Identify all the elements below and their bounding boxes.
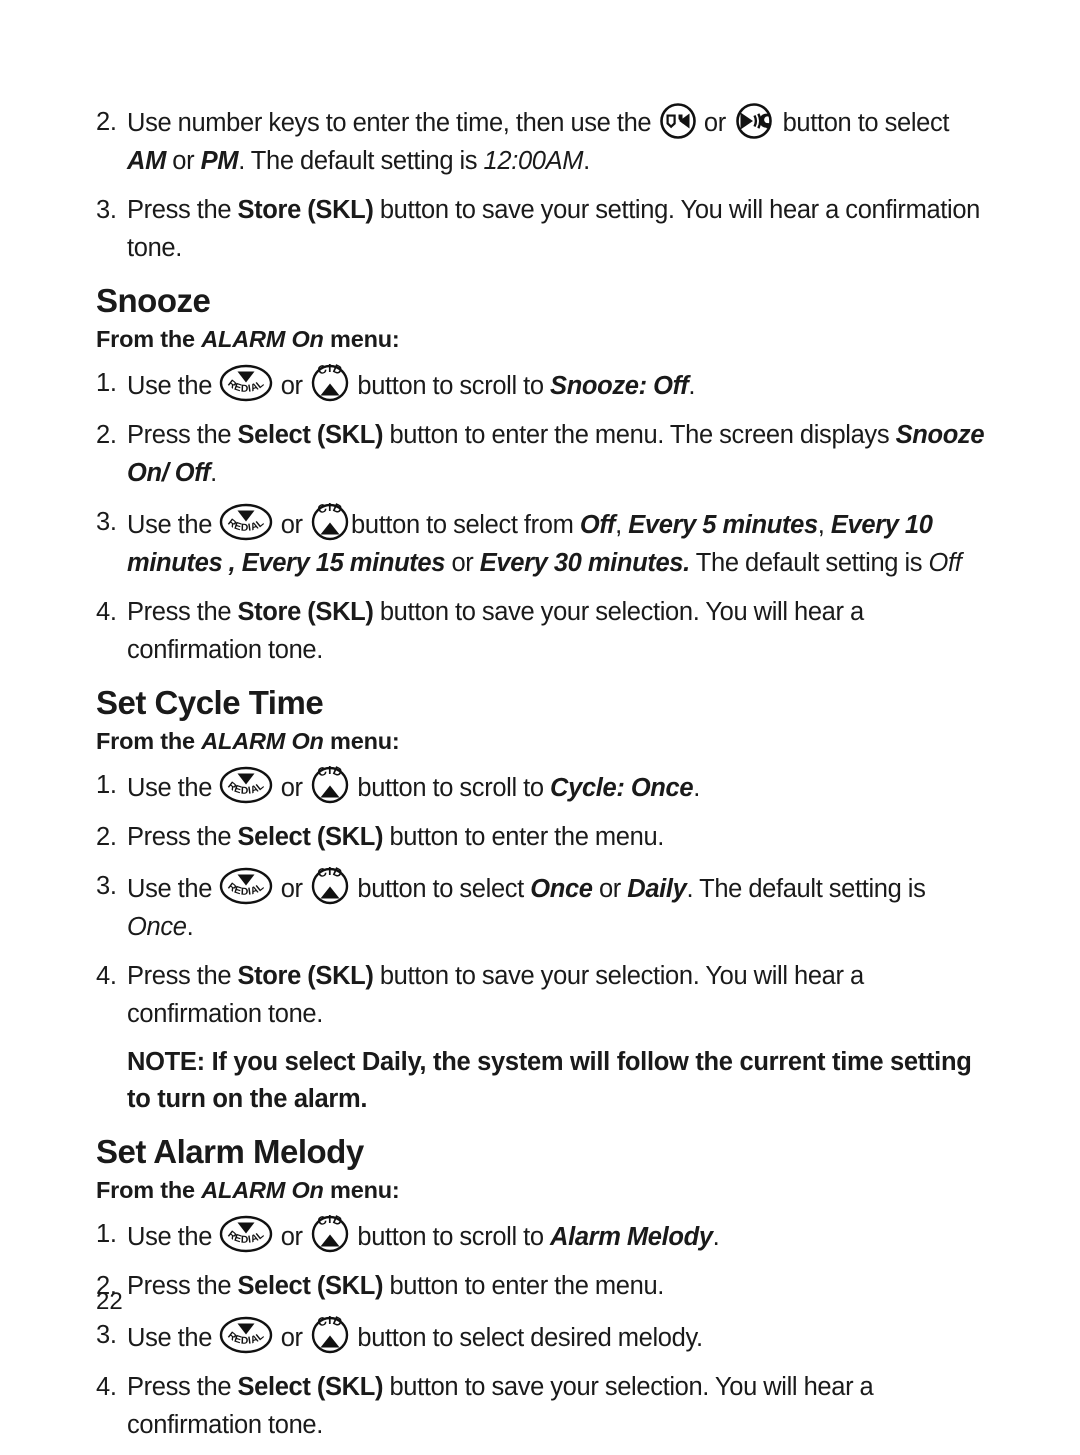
- step-text: Use the REDIAL or CID button to select d…: [127, 1316, 988, 1357]
- step-text: Press the Store (SKL) button to save you…: [127, 598, 864, 664]
- step-text: Use the REDIAL or CID button to scroll t…: [127, 364, 988, 405]
- section-heading: Set Cycle Time: [96, 684, 324, 721]
- sections-container: Snooze From the ALARM On menu: 1. Use the R…: [96, 281, 988, 1444]
- numbered-step: 3. Use the REDIAL or CID button to select…: [96, 1316, 988, 1357]
- emphasis-bold-italic: Alarm Melody: [550, 1223, 713, 1251]
- emphasis-italic: Off: [928, 549, 962, 577]
- emphasis-bold-italic: Every 5 minutes: [628, 511, 818, 539]
- redial-button-icon[interactable]: REDIAL: [219, 364, 273, 402]
- redial-button-icon[interactable]: REDIAL: [219, 766, 273, 804]
- menu-name: ALARM On: [201, 1177, 324, 1203]
- cid-button-icon[interactable]: CID: [310, 503, 350, 541]
- voicemail-left-button-icon[interactable]: [659, 103, 697, 139]
- redial-button-icon[interactable]: REDIAL: [219, 1215, 273, 1253]
- redial-button-icon[interactable]: REDIAL: [219, 867, 273, 905]
- numbered-step: 2. Press the Select (SKL) button to enter…: [96, 818, 988, 856]
- emphasis-italic: 12:00AM: [483, 147, 584, 175]
- emphasis-italic: Once: [127, 913, 187, 941]
- numbered-step: 2. Press the Select (SKL) button to enter…: [96, 1267, 988, 1305]
- speaker-right-button-icon[interactable]: [733, 103, 775, 139]
- emphasis-bold-italic: Off: [579, 511, 616, 539]
- step-text: Press the Store (SKL) button to save you…: [127, 196, 981, 262]
- step-number: 4.: [96, 598, 117, 626]
- cid-button-icon[interactable]: CID: [310, 766, 350, 804]
- emphasis-bold-italic: Daily: [627, 875, 687, 903]
- page-content: 2. Use number keys to enter the time, the…: [96, 103, 988, 1455]
- numbered-step: 3. Use the REDIAL or CID button to select …: [96, 503, 988, 582]
- step-number: 2.: [96, 108, 117, 136]
- from-menu-label: From the ALARM On menu:: [96, 326, 400, 352]
- step-text: Press the Select (SKL) button to enter t…: [127, 823, 665, 851]
- step-number: 3.: [96, 872, 117, 900]
- step-text: Use the REDIAL or CID button to scroll t…: [127, 766, 988, 807]
- step-text: Press the Select (SKL) button to enter t…: [127, 421, 985, 487]
- step-text: Press the Store (SKL) button to save you…: [127, 962, 864, 1028]
- step-text: Use the REDIAL or CID button to select O…: [127, 867, 988, 946]
- note-block: NOTE: If you select Daily, the system wi…: [127, 1048, 972, 1113]
- step-text: Press the Select (SKL) button to save yo…: [127, 1373, 874, 1439]
- emphasis-bold-italic: PM: [200, 147, 239, 175]
- step-number: 3.: [96, 508, 117, 536]
- cid-button-icon[interactable]: CID: [310, 364, 350, 402]
- numbered-step: 2. Press the Select (SKL) button to enter…: [96, 416, 988, 492]
- emphasis-bold-italic: Snooze: Off: [550, 372, 689, 400]
- emphasis-bold: Store (SKL): [237, 598, 374, 626]
- numbered-step: 3. Press the Store (SKL) button to save y…: [96, 191, 988, 267]
- numbered-step: 1. Use the REDIAL or CID button to scroll…: [96, 766, 988, 807]
- emphasis-bold: Select (SKL): [237, 1272, 384, 1300]
- manual-section: Set Alarm Melody From the ALARM On menu: 1…: [96, 1132, 988, 1444]
- emphasis-bold: Select (SKL): [237, 1373, 384, 1401]
- numbered-step: 4. Press the Select (SKL) button to save …: [96, 1368, 988, 1444]
- emphasis-bold-italic: AM: [127, 147, 166, 175]
- emphasis-bold-italic: Once: [530, 875, 593, 903]
- emphasis-bold: Store (SKL): [237, 196, 374, 224]
- step-number: 3.: [96, 1321, 117, 1349]
- section-heading: Set Alarm Melody: [96, 1133, 364, 1170]
- top-steps-list: 2. Use number keys to enter the time, the…: [96, 103, 988, 267]
- cid-button-icon[interactable]: CID: [310, 867, 350, 905]
- numbered-step: 1. Use the REDIAL or CID button to scroll…: [96, 364, 988, 405]
- step-text: Use number keys to enter the time, then …: [127, 103, 988, 180]
- step-number: 1.: [96, 1220, 117, 1248]
- step-number: 2.: [96, 421, 117, 449]
- page-number: 22: [96, 1288, 123, 1315]
- step-number: 4.: [96, 962, 117, 990]
- emphasis-bold: Select (SKL): [237, 421, 384, 449]
- cid-button-icon[interactable]: CID: [310, 1215, 350, 1253]
- emphasis-bold: Select (SKL): [237, 823, 384, 851]
- emphasis-bold-italic: Every 30 minutes.: [479, 549, 690, 577]
- step-text: Press the Select (SKL) button to enter t…: [127, 1272, 665, 1300]
- manual-section: Snooze From the ALARM On menu: 1. Use the R…: [96, 281, 988, 669]
- menu-name: ALARM On: [201, 326, 324, 352]
- numbered-step: 3. Use the REDIAL or CID button to select…: [96, 867, 988, 946]
- redial-button-icon[interactable]: REDIAL: [219, 1316, 273, 1354]
- numbered-step: 2. Use number keys to enter the time, the…: [96, 103, 988, 180]
- numbered-step: 4. Press the Store (SKL) button to save y…: [96, 957, 988, 1033]
- manual-section: Set Cycle Time From the ALARM On menu: 1. U…: [96, 683, 988, 1118]
- step-number: 1.: [96, 369, 117, 397]
- from-menu-label: From the ALARM On menu:: [96, 728, 400, 754]
- numbered-step: 1. Use the REDIAL or CID button to scroll…: [96, 1215, 988, 1256]
- step-number: 2.: [96, 823, 117, 851]
- emphasis-bold-italic: Cycle: Once: [550, 774, 694, 802]
- step-text: Use the REDIAL or CID button to scroll t…: [127, 1215, 988, 1256]
- manual-page: 2. Use number keys to enter the time, the…: [0, 0, 1080, 1439]
- numbered-step: 4. Press the Store (SKL) button to save y…: [96, 593, 988, 669]
- redial-button-icon[interactable]: REDIAL: [219, 503, 273, 541]
- step-number: 3.: [96, 196, 117, 224]
- menu-name: ALARM On: [201, 728, 324, 754]
- from-menu-label: From the ALARM On menu:: [96, 1177, 400, 1203]
- emphasis-bold: Store (SKL): [237, 962, 374, 990]
- cid-button-icon[interactable]: CID: [310, 1316, 350, 1354]
- step-text: Use the REDIAL or CID button to select fr…: [127, 503, 988, 582]
- step-number: 1.: [96, 771, 117, 799]
- section-heading: Snooze: [96, 282, 211, 319]
